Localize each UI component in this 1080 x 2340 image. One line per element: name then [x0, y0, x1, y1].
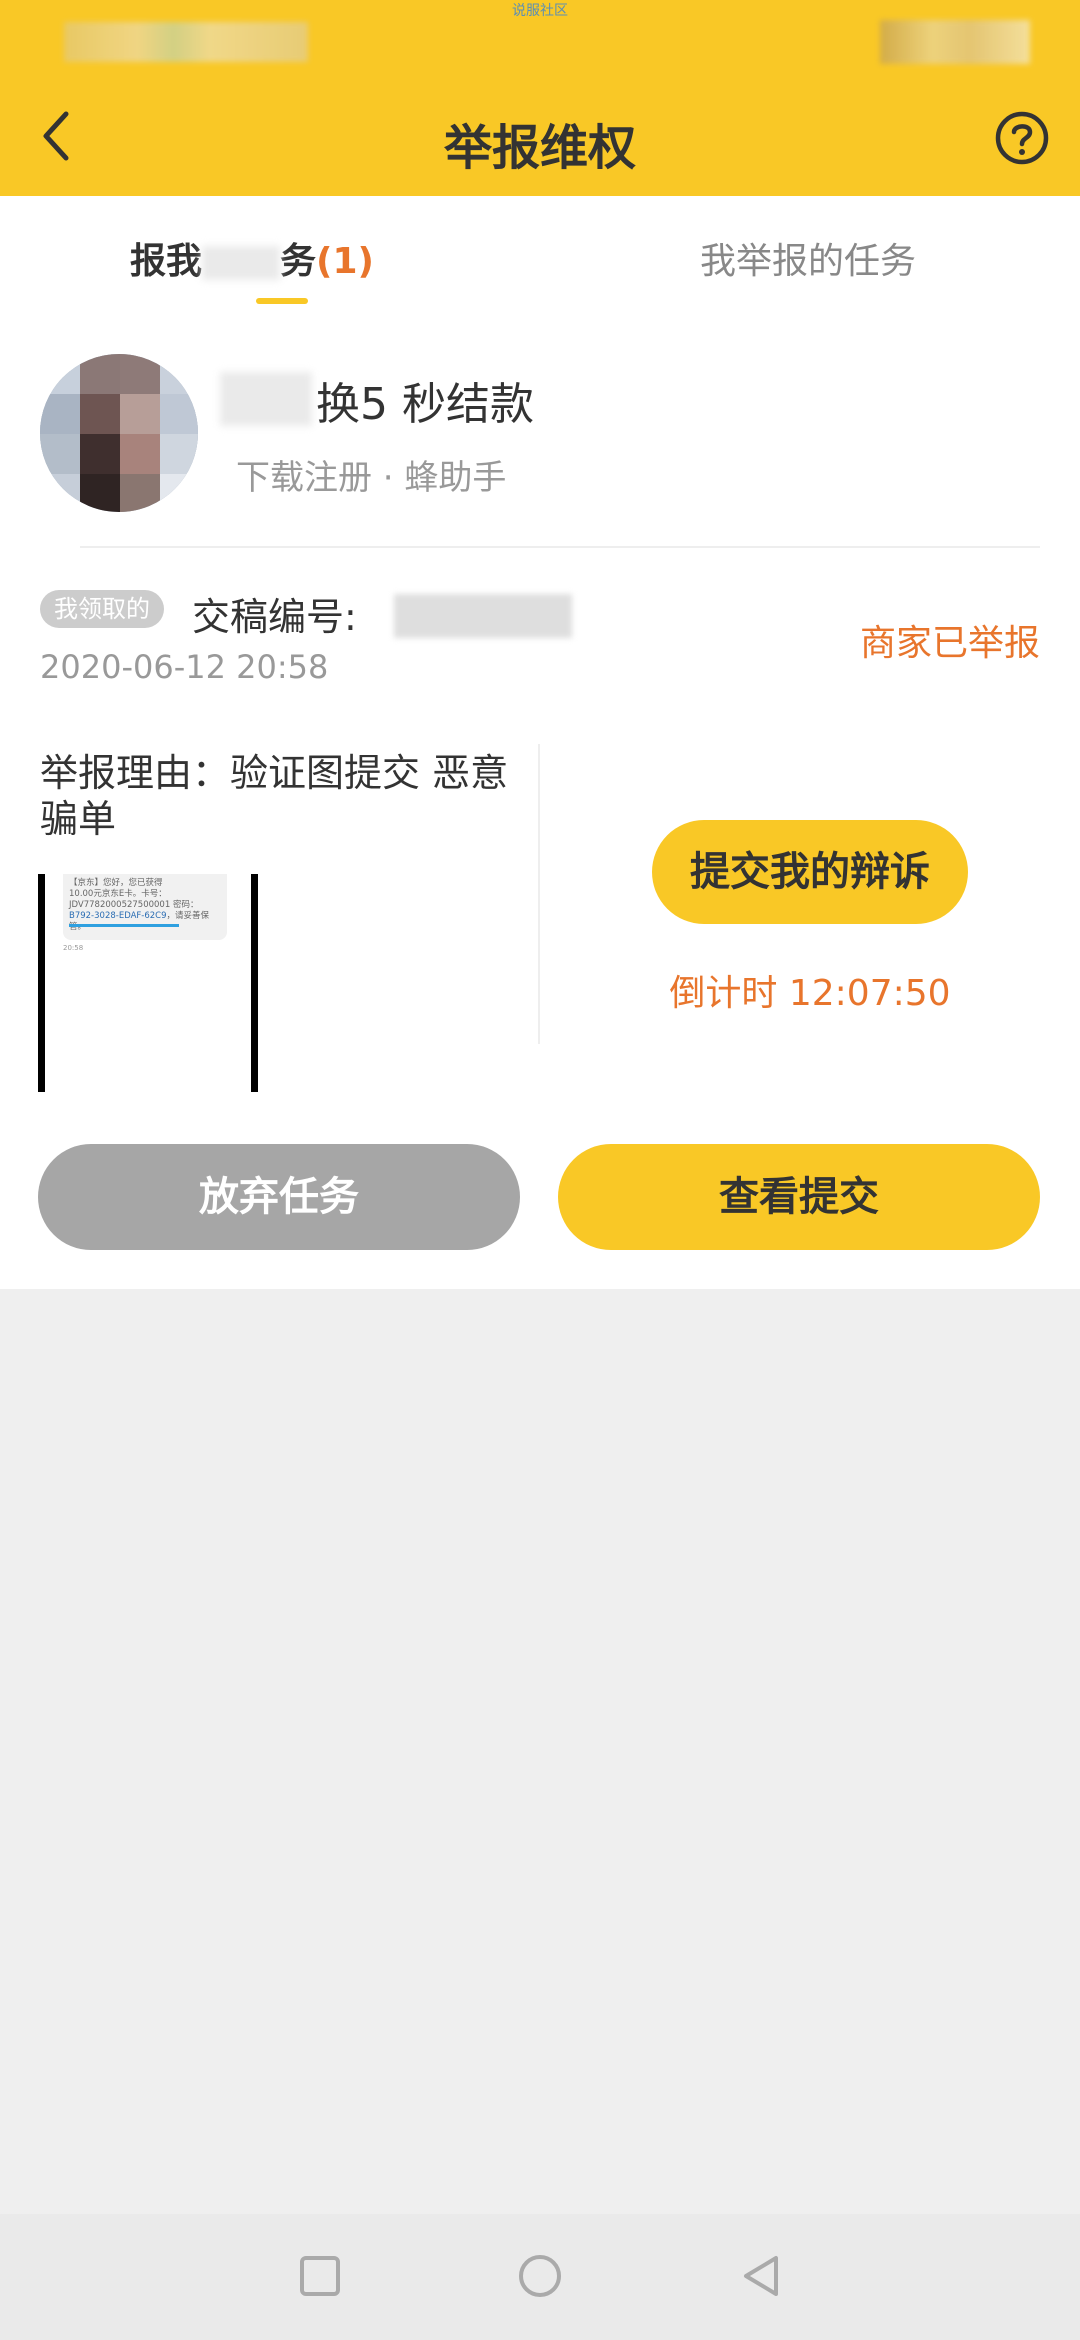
evidence-line2: 10.00元京东E卡。卡号： [69, 889, 167, 899]
evidence-line3: JDV7782000527500001 [69, 900, 171, 910]
task-subtitle: 下载注册 · 蜂助手 [236, 458, 507, 498]
system-back-button[interactable] [736, 2250, 788, 2302]
question-circle-icon [995, 111, 1049, 165]
home-button[interactable] [514, 2250, 566, 2302]
status-bar: 说服社区 [0, 0, 1080, 64]
evidence-line4: 密码： [172, 900, 199, 910]
evidence-highlight [69, 924, 179, 927]
claimed-tag: 我领取的 [40, 590, 164, 628]
status-badge: 商家已举报 [859, 623, 1040, 664]
evidence-line1: 您好，您已获得 [103, 878, 163, 888]
abandon-task-button[interactable]: 放弃任务 [38, 1144, 520, 1250]
evidence-message-bubble: 【京东】您好，您已获得 10.00元京东E卡。卡号： JDV7782000527… [63, 874, 227, 940]
square-icon [300, 2256, 340, 2296]
tab-reported-me-redact [202, 246, 281, 280]
view-submission-button[interactable]: 查看提交 [558, 1144, 1040, 1250]
task-title-redact [220, 372, 312, 426]
app-header: 说服社区 举报维权 [0, 0, 1080, 196]
watermark-text: 说服社区 [512, 3, 568, 19]
evidence-prefix: 【京东】 [69, 878, 104, 888]
submit-appeal-button[interactable]: 提交我的辩诉 [652, 820, 968, 924]
evidence-meta: 20:58 [63, 944, 84, 952]
tab-bar: 报我 务(1) 我举报的任务 [0, 196, 1080, 314]
tab-count-badge: (1) [316, 241, 374, 282]
triangle-back-icon [744, 2256, 778, 2296]
page-title: 举报维权 [443, 120, 636, 176]
system-navigation-bar [0, 2214, 1080, 2340]
countdown-timer: 倒计时 12:07:50 [669, 973, 951, 1014]
circle-icon [519, 2255, 561, 2297]
divider [80, 546, 1040, 548]
report-card: 换5 秒结款 下载注册 · 蜂助手 我领取的 交稿编号: 2020-06-12 … [0, 314, 1080, 1289]
submission-number-redacted [394, 594, 572, 638]
evidence-screenshot[interactable]: 【京东】您好，您已获得 10.00元京东E卡。卡号： JDV7782000527… [38, 874, 258, 1092]
recents-button[interactable] [294, 2250, 346, 2302]
status-bar-right-redacted [880, 20, 1030, 64]
evidence-code: B792-3028-EDAF-62C9 [69, 911, 167, 921]
avatar-pixelated-image [40, 354, 198, 512]
submission-number-label: 交稿编号: [192, 595, 357, 639]
help-button[interactable] [994, 110, 1050, 166]
tab-reported-me[interactable]: 报我 务(1) [130, 232, 374, 284]
tab-reported-me-label: 报我 [130, 241, 203, 282]
submission-timestamp: 2020-06-12 20:58 [40, 648, 329, 686]
status-bar-left-redacted [64, 22, 308, 62]
avatar [40, 354, 198, 512]
report-reason: 举报理由：验证图提交 恶意骗单 [40, 751, 509, 841]
active-tab-indicator [256, 298, 308, 304]
tab-reported-me-label-tail: 务 [280, 241, 317, 282]
task-title: 换5 秒结款 [316, 379, 534, 430]
tab-my-reports[interactable]: 我举报的任务 [700, 232, 916, 284]
